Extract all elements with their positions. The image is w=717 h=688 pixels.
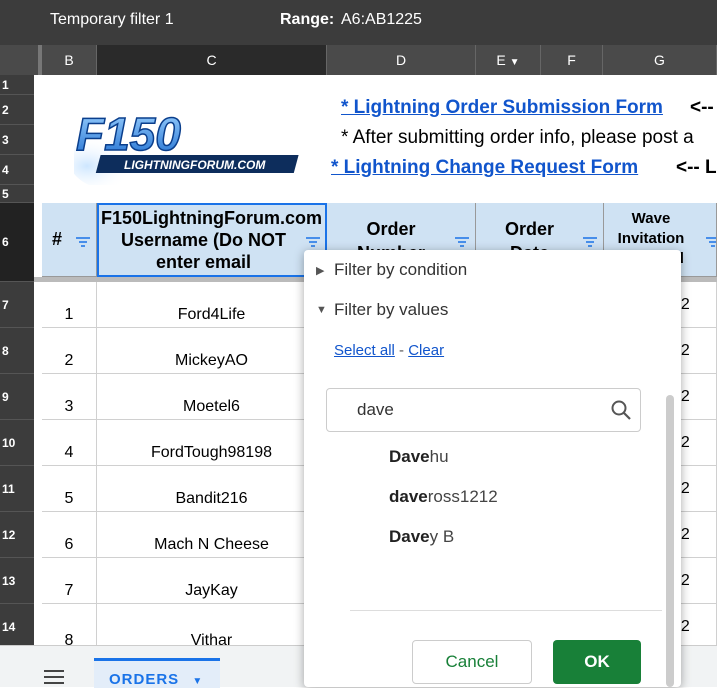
f150-lightning-forum-logo: F150 LIGHTNINGFORUM.COM (74, 107, 299, 185)
column-header-c[interactable]: C (97, 45, 327, 75)
chevron-down-icon[interactable]: ▼ (192, 676, 203, 687)
row-number-cell[interactable]: 1 (42, 282, 97, 328)
filter-by-condition-label: Filter by condition (334, 260, 468, 279)
row-header[interactable]: 3 (0, 125, 34, 155)
banner-instruction-text: * After submitting order info, please po… (341, 127, 694, 148)
row-header[interactable]: 10 (0, 420, 34, 466)
username-cell[interactable]: Vithar (97, 604, 327, 645)
row-header-column: 1 2 3 4 5 6 7 8 9 10 11 12 13 14 (0, 75, 34, 650)
caret-right-icon: ▶ (316, 265, 325, 277)
column-header-g[interactable]: G (603, 45, 717, 75)
row-header[interactable]: 12 (0, 512, 34, 558)
panel-divider (350, 610, 662, 611)
cancel-button[interactable]: Cancel (412, 640, 532, 684)
filter-dropdown-panel: ▶ Filter by condition ▼ Filter by values… (304, 250, 681, 687)
filtered-column-icon: ▼ (509, 57, 520, 68)
row-number-cell[interactable]: 8 (42, 604, 97, 645)
row-number-cell[interactable]: 6 (42, 512, 97, 558)
row-number-cell[interactable]: 5 (42, 466, 97, 512)
row-header[interactable]: 8 (0, 328, 34, 374)
filter-icon[interactable] (706, 237, 717, 247)
sheet-tab-orders[interactable]: ORDERS ▼ (94, 658, 220, 688)
value-search-box[interactable] (326, 388, 641, 432)
filter-view-name[interactable]: Temporary filter 1 (50, 11, 174, 29)
row-number-cell[interactable]: 3 (42, 374, 97, 420)
values-scrollbar[interactable] (666, 395, 674, 687)
row-number-cell[interactable]: 7 (42, 558, 97, 604)
username-cell[interactable]: FordTough98198 (97, 420, 327, 466)
filter-by-values-label: Filter by values (334, 300, 449, 319)
filter-value-item[interactable]: Davey B (389, 527, 454, 547)
filter-icon[interactable] (76, 237, 90, 247)
row-number-cell[interactable]: 4 (42, 420, 97, 466)
filter-icon[interactable] (455, 237, 469, 247)
link-separator: - (399, 342, 405, 359)
username-cell[interactable]: MickeyAO (97, 328, 327, 374)
filter-icon[interactable] (583, 237, 597, 247)
header-cell-username[interactable]: F150LightningForum.com Username (Do NOT … (97, 203, 327, 277)
filter-value-item[interactable]: Davehu (389, 447, 449, 467)
column-header-f[interactable]: F (541, 45, 603, 75)
change-request-form-link[interactable]: * Lightning Change Request Form (331, 157, 638, 179)
select-clear-row: Select all - Clear (334, 342, 444, 359)
value-search-input[interactable] (357, 399, 597, 421)
filter-icon[interactable] (306, 237, 320, 247)
select-all-link[interactable]: Select all (334, 342, 395, 359)
range-value[interactable]: A6:AB1225 (341, 11, 422, 29)
row-header[interactable]: 2 (0, 95, 34, 125)
column-header-d[interactable]: D (327, 45, 476, 75)
column-header-b[interactable]: B (42, 45, 97, 75)
row-header[interactable]: 13 (0, 558, 34, 604)
banner-arrow-1: <-- (690, 97, 714, 118)
username-cell[interactable]: Moetel6 (97, 374, 327, 420)
username-cell[interactable]: Ford4Life (97, 282, 327, 328)
all-sheets-menu-icon[interactable] (44, 670, 64, 684)
column-header-e[interactable]: E ▼ (476, 45, 541, 75)
column-header-row: B C D E ▼ F G (0, 45, 717, 75)
row-header[interactable]: 5 (0, 185, 34, 203)
filter-by-condition-toggle[interactable]: ▶ Filter by condition (316, 260, 468, 280)
banner-arrow-2: <-- L (676, 157, 717, 178)
username-cell[interactable]: Bandit216 (97, 466, 327, 512)
row-header[interactable]: 11 (0, 466, 34, 512)
filter-view-bar: Temporary filter 1 Range: A6:AB1225 (0, 0, 717, 45)
filter-by-values-toggle[interactable]: ▼ Filter by values (316, 300, 449, 320)
search-icon[interactable] (610, 399, 632, 421)
caret-down-icon: ▼ (316, 304, 327, 316)
header-username-label: F150LightningForum.com Username (Do NOT … (101, 208, 323, 272)
clear-link[interactable]: Clear (408, 342, 444, 359)
username-cell[interactable]: JayKay (97, 558, 327, 604)
sheet-tab-label: ORDERS (109, 671, 180, 688)
header-number-label: # (52, 229, 63, 249)
svg-text:LIGHTNINGFORUM.COM: LIGHTNINGFORUM.COM (124, 158, 266, 172)
column-header-e-label: E (496, 52, 506, 68)
range-label: Range: (280, 11, 335, 28)
row-header[interactable]: 14 (0, 604, 34, 650)
row-header[interactable]: 6 (0, 203, 34, 282)
row-number-cell[interactable]: 2 (42, 328, 97, 374)
row-header[interactable]: 1 (0, 75, 34, 95)
header-cell-number[interactable]: # (42, 203, 97, 277)
order-submission-form-link[interactable]: * Lightning Order Submission Form (341, 97, 663, 119)
svg-text:F150: F150 (76, 108, 181, 160)
ok-button[interactable]: OK (553, 640, 641, 684)
row-header[interactable]: 4 (0, 155, 34, 185)
select-all-corner[interactable] (0, 45, 42, 75)
row-header[interactable]: 9 (0, 374, 34, 420)
username-cell[interactable]: Mach N Cheese (97, 512, 327, 558)
row-header[interactable]: 7 (0, 282, 34, 328)
filter-value-item[interactable]: daveross1212 (389, 487, 498, 507)
